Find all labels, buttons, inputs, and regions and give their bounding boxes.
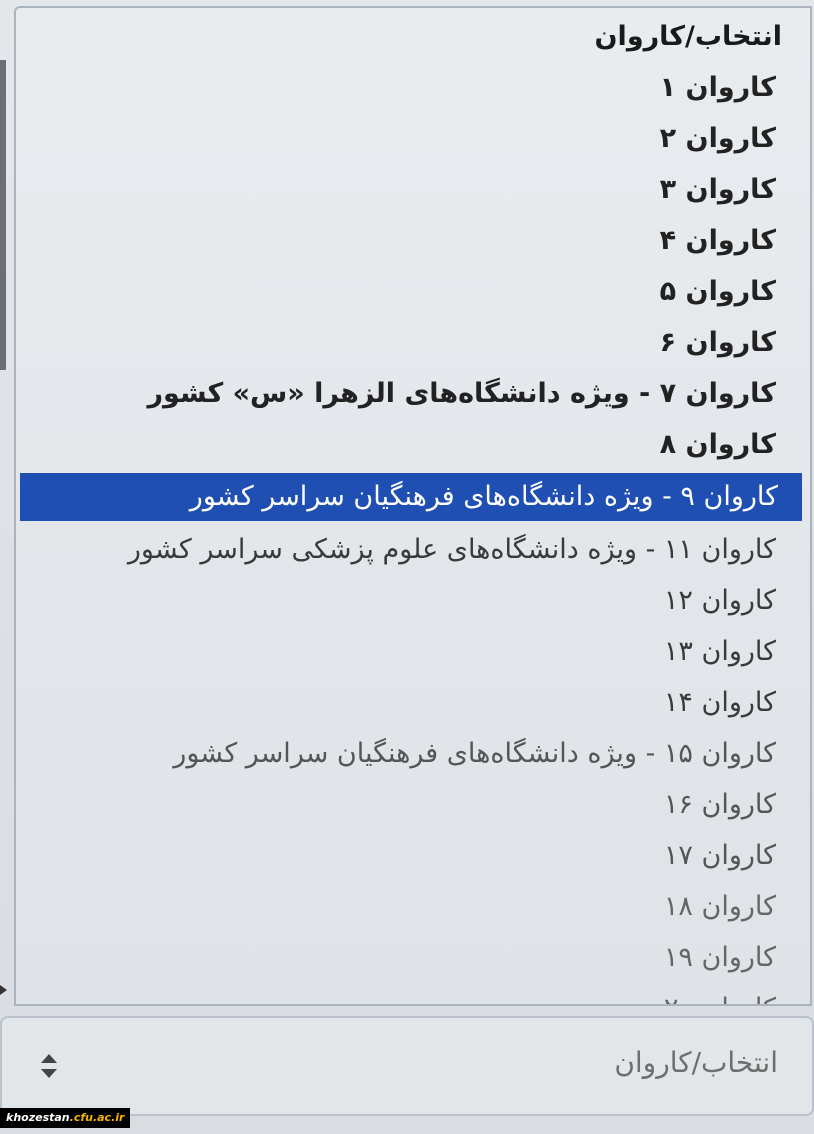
option-caravan-12[interactable]: کاروان ۱۲ [16, 575, 810, 626]
option-caravan-18[interactable]: کاروان ۱۸ [16, 881, 810, 932]
select-current-value: انتخاب/کاروان [614, 1046, 778, 1079]
arrow-up-icon [41, 1054, 57, 1063]
site-watermark: khozestan.cfu.ac.ir [0, 1108, 131, 1128]
option-caravan-4[interactable]: کاروان ۴ [16, 215, 810, 266]
scroll-arrow-icon[interactable] [0, 985, 7, 995]
caravan-dropdown-list[interactable]: انتخاب/کاروان کاروان ۱ کاروان ۲ کاروان ۳… [14, 6, 812, 1006]
option-caravan-8[interactable]: کاروان ۸ [16, 419, 810, 470]
option-caravan-14[interactable]: کاروان ۱۴ [16, 677, 810, 728]
option-caravan-16[interactable]: کاروان ۱۶ [16, 779, 810, 830]
arrow-down-icon [41, 1069, 57, 1078]
option-caravan-20[interactable]: کاروان ۲۰ [16, 983, 810, 1004]
option-caravan-9-selected[interactable]: کاروان ۹ - ویژه دانشگاه‌های فرهنگیان سرا… [20, 473, 802, 521]
watermark-part1: khozestan [6, 1111, 70, 1124]
option-caravan-1[interactable]: کاروان ۱ [16, 62, 810, 113]
option-caravan-2[interactable]: کاروان ۲ [16, 113, 810, 164]
scrollbar-edge[interactable] [0, 60, 6, 370]
select-updown-icon[interactable] [38, 1054, 60, 1086]
option-header[interactable]: انتخاب/کاروان [16, 8, 810, 62]
option-caravan-5[interactable]: کاروان ۵ [16, 266, 810, 317]
watermark-part2: .cfu.ac.ir [69, 1111, 125, 1124]
option-caravan-17[interactable]: کاروان ۱۷ [16, 830, 810, 881]
option-caravan-7[interactable]: کاروان ۷ - ویژه دانشگاه‌های الزهرا «س» ک… [16, 368, 810, 419]
page: انتخاب/کاروان کاروان ۱ کاروان ۲ کاروان ۳… [0, 0, 814, 1134]
caravan-select[interactable]: انتخاب/کاروان [0, 1016, 814, 1116]
option-caravan-19[interactable]: کاروان ۱۹ [16, 932, 810, 983]
option-caravan-15[interactable]: کاروان ۱۵ - ویژه دانشگاه‌های فرهنگیان سر… [16, 728, 810, 779]
option-caravan-6[interactable]: کاروان ۶ [16, 317, 810, 368]
option-caravan-11[interactable]: کاروان ۱۱ - ویژه دانشگاه‌های علوم پزشکی … [16, 524, 810, 575]
option-caravan-3[interactable]: کاروان ۳ [16, 164, 810, 215]
option-caravan-13[interactable]: کاروان ۱۳ [16, 626, 810, 677]
